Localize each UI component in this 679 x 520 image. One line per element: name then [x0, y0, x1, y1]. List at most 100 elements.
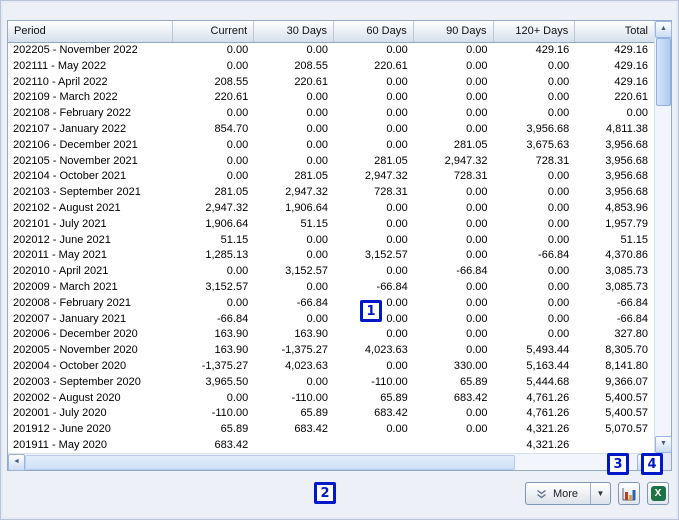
amount-cell	[254, 438, 334, 453]
table-row[interactable]: 202111 - May 2022 0.00 208.55 220.61 0.00 0.0…	[8, 59, 654, 75]
amount-cell: 65.89	[220, 423, 249, 436]
amount-cell: -66.84	[456, 265, 488, 278]
column-header[interactable]: 30 Days	[254, 21, 334, 42]
amount-cell: 1,906.64	[285, 201, 328, 214]
table-row[interactable]: 202101 - July 2021 1,906.64 51.15 0.00 0.00 0…	[8, 217, 654, 233]
column-header[interactable]: Current	[173, 21, 255, 42]
table-row[interactable]: 202012 - June 2021 51.15 0.00 0.00 0.00 0.00 5…	[8, 233, 654, 249]
amount-cell: 2,947.32	[364, 170, 408, 183]
table-row[interactable]: 202006 - December 2020 163.90 163.90 0.00 0.…	[8, 327, 654, 343]
amount-cell: 3,956.68	[605, 138, 649, 151]
more-button[interactable]: More	[526, 483, 591, 504]
table-header-row: Period Current 30 Days 60 Days 90 Days 120+ D…	[8, 21, 654, 43]
more-dropdown-button[interactable]: ▼	[591, 483, 610, 504]
scroll-down-icon[interactable]: ▼	[655, 436, 672, 453]
table-row[interactable]: 201912 - June 2020 65.89 683.42 0.00 0.00 4,3…	[8, 422, 654, 438]
amount-cell: 5,444.68	[526, 375, 570, 388]
amount-cell: 3,152.57	[364, 249, 408, 262]
table-row[interactable]: 202008 - February 2021 0.00 -66.84 0.00 0.00…	[8, 296, 654, 312]
table-row[interactable]: 201911 - May 2020 683.42 4,321.26	[8, 438, 654, 453]
aging-periods-window: Period Current 30 Days 60 Days 90 Days 120+ D…	[0, 0, 679, 520]
amount-cell: 0.00	[466, 233, 488, 246]
amount-cell: 0.00	[547, 296, 570, 309]
amount-cell: 0.00	[547, 328, 570, 341]
table-row[interactable]: 202110 - April 2022 208.55 220.61 0.00 0.00 0…	[8, 75, 654, 91]
amount-cell: -110.00	[371, 375, 408, 388]
period-cell: 202008 - February 2021	[13, 296, 132, 309]
table-row[interactable]: 202205 - November 2022 0.00 0.00 0.00 0.00 42…	[8, 43, 654, 59]
table-row[interactable]: 202002 - August 2020 0.00 -110.00 65.89 683.…	[8, 391, 654, 407]
period-cell: 202107 - January 2022	[13, 122, 127, 135]
table-row[interactable]: 202004 - October 2020 -1,375.27 4,023.63 0.…	[8, 359, 654, 375]
period-cell: 202009 - March 2021	[13, 280, 118, 293]
period-cell: 202104 - October 2021	[13, 170, 127, 183]
more-chevron-icon	[536, 489, 547, 499]
table-body: 202205 - November 2022 0.00 0.00 0.00 0.00 42…	[8, 43, 654, 453]
period-cell: 202108 - February 2022	[13, 107, 132, 120]
amount-cell: 5,070.57	[605, 423, 649, 436]
table-row[interactable]: 202001 - July 2020 -110.00 65.89 683.42 0.00…	[8, 406, 654, 422]
table-row[interactable]: 202011 - May 2021 1,285.13 0.00 3,152.57 0.0…	[8, 248, 654, 264]
amount-cell: 0.00	[306, 44, 328, 56]
vertical-scrollbar-thumb[interactable]	[656, 38, 671, 106]
table-row[interactable]: 202102 - August 2021 2,947.32 1,906.64 0.00…	[8, 201, 654, 217]
amount-cell: 429.16	[614, 59, 649, 72]
amount-cell: 51.15	[620, 233, 649, 246]
period-cell: 202101 - July 2021	[13, 217, 107, 230]
amount-cell: 0.00	[547, 170, 570, 183]
horizontal-scrollbar[interactable]: ◄ ►	[8, 453, 654, 471]
amount-cell: 0.00	[386, 138, 408, 151]
scroll-up-icon[interactable]: ▲	[655, 21, 672, 38]
amount-cell: 0.00	[386, 122, 408, 135]
column-header[interactable]: 90 Days	[414, 21, 494, 42]
table-row[interactable]: 202109 - March 2022 220.61 0.00 0.00 0.00 0.0…	[8, 90, 654, 106]
amount-cell: -66.84	[616, 312, 649, 325]
table-row[interactable]: 202009 - March 2021 3,152.57 0.00 -66.84 0.0…	[8, 280, 654, 296]
table-row[interactable]: 202007 - January 2021 -66.84 0.00 0.00 0.00 0…	[8, 312, 654, 328]
amount-cell: 4,761.26	[526, 407, 570, 420]
column-header[interactable]: 120+ Days	[494, 21, 576, 42]
amount-cell: 220.61	[294, 75, 328, 88]
amount-cell: 51.15	[300, 217, 328, 230]
table-row[interactable]: 202105 - November 2021 0.00 0.00 281.05 2,94…	[8, 154, 654, 170]
period-cell: 202002 - August 2020	[13, 391, 121, 404]
amount-cell: 0.00	[626, 107, 649, 120]
vertical-scrollbar[interactable]: ▲ ▼	[654, 21, 672, 453]
amount-cell: 0.00	[547, 233, 570, 246]
aging-table: Period Current 30 Days 60 Days 90 Days 120+ D…	[7, 20, 672, 471]
period-cell: 202205 - November 2022	[13, 44, 138, 56]
column-header[interactable]: Total	[575, 21, 654, 42]
bottom-toolbar: More ▼ X	[524, 482, 669, 505]
table-row[interactable]: 202107 - January 2022 854.70 0.00 0.00 0.00 3…	[8, 122, 654, 138]
column-header[interactable]: Period	[8, 21, 174, 42]
amount-cell: 4,853.96	[605, 201, 649, 214]
amount-cell: 4,023.63	[285, 359, 328, 372]
table-row[interactable]: 202106 - December 2021 0.00 0.00 0.00 281.05…	[8, 138, 654, 154]
table-row[interactable]: 202108 - February 2022 0.00 0.00 0.00 0.00 0.…	[8, 106, 654, 122]
amount-cell: 0.00	[226, 59, 249, 72]
table-row[interactable]: 202104 - October 2021 0.00 281.05 2,947.32 7…	[8, 169, 654, 185]
horizontal-scrollbar-thumb[interactable]	[25, 455, 515, 470]
amount-cell	[334, 438, 414, 453]
amount-cell: 429.16	[614, 75, 649, 88]
scroll-left-icon[interactable]: ◄	[8, 454, 25, 471]
table-row[interactable]: 202005 - November 2020 163.90 -1,375.27 4,0…	[8, 343, 654, 359]
amount-cell: 3,956.68	[605, 170, 649, 183]
amount-cell: 2,947.32	[444, 154, 488, 167]
column-header[interactable]: 60 Days	[334, 21, 414, 42]
export-excel-button[interactable]: X	[647, 482, 669, 505]
table-row[interactable]: 202103 - September 2021 281.05 2,947.32 728…	[8, 185, 654, 201]
amount-cell: 220.61	[214, 91, 249, 104]
chart-button[interactable]	[618, 482, 640, 505]
amount-cell: 5,400.57	[605, 391, 649, 404]
amount-cell: 4,023.63	[364, 344, 408, 357]
amount-cell: -1,375.27	[281, 344, 328, 357]
amount-cell: 0.00	[226, 107, 249, 120]
table-row[interactable]: 202010 - April 2021 0.00 3,152.57 0.00 -66.8…	[8, 264, 654, 280]
annotation-marker-3: 3	[607, 453, 629, 475]
amount-cell: 220.61	[614, 91, 649, 104]
amount-cell: 0.00	[466, 201, 488, 214]
amount-cell: 0.00	[547, 312, 570, 325]
table-row[interactable]: 202003 - September 2020 3,965.50 0.00 -110.…	[8, 375, 654, 391]
amount-cell: 51.15	[220, 233, 249, 246]
